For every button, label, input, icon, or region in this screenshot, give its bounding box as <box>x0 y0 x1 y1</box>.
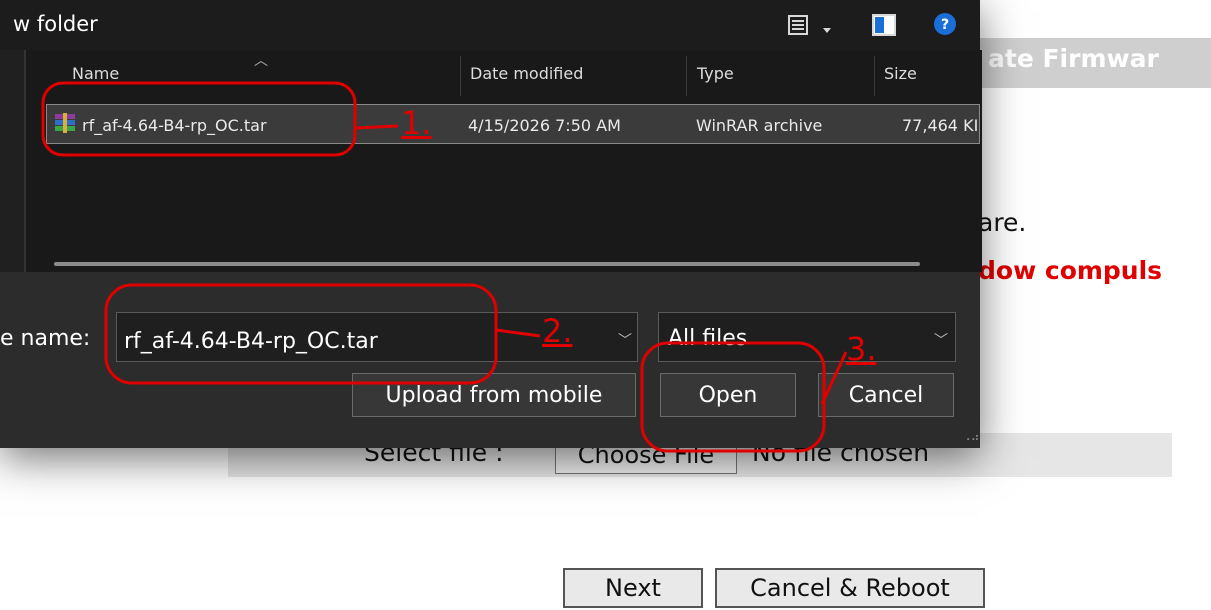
preview-pane-icon[interactable] <box>872 14 896 40</box>
help-icon[interactable]: ? <box>933 12 957 40</box>
next-button[interactable]: Next <box>563 568 703 608</box>
sort-ascending-icon: ︿ <box>254 53 268 69</box>
annotation-step-1: 1. <box>401 104 432 142</box>
file-list <box>24 50 982 272</box>
file-date-modified: 4/15/2026 7:50 AM <box>468 116 621 135</box>
cancel-reboot-button[interactable]: Cancel & Reboot <box>715 568 985 608</box>
firmware-header-title: ate Firmwar <box>988 44 1159 73</box>
firmware-instruction-text: are. <box>978 208 1027 237</box>
firmware-warning-text: dow compuls <box>978 256 1163 285</box>
file-size: 77,464 KI <box>902 116 979 135</box>
column-separator <box>874 56 875 96</box>
winrar-archive-icon <box>54 112 76 138</box>
column-separator <box>460 56 461 96</box>
chevron-down-icon[interactable]: ﹀ <box>934 330 948 350</box>
file-name-label: e name: <box>0 326 91 351</box>
file-type-value: All files <box>668 326 748 351</box>
dialog-title: w folder <box>13 12 98 36</box>
column-header-size[interactable]: Size <box>884 64 917 83</box>
file-type: WinRAR archive <box>696 116 823 135</box>
svg-text:?: ? <box>941 17 949 33</box>
open-button[interactable]: Open <box>660 373 796 417</box>
annotation-step-2: 2. <box>542 312 573 350</box>
column-separator <box>686 56 687 96</box>
annotation-step-3: 3. <box>846 330 877 368</box>
chevron-down-icon[interactable] <box>822 20 832 39</box>
horizontal-scrollbar[interactable] <box>54 262 920 266</box>
file-name-input[interactable] <box>124 326 604 356</box>
upload-from-mobile-button[interactable]: Upload from mobile <box>352 373 636 417</box>
view-menu-icon[interactable] <box>787 14 809 40</box>
file-name: rf_af-4.64-B4-rp_OC.tar <box>82 116 267 135</box>
file-open-dialog: w folder ? ︿ Name Date modified Type Siz… <box>0 0 982 448</box>
column-header-name[interactable]: Name <box>72 64 119 83</box>
cancel-button[interactable]: Cancel <box>818 373 954 417</box>
column-header-date[interactable]: Date modified <box>470 64 583 83</box>
chevron-down-icon[interactable]: ﹀ <box>618 330 632 350</box>
column-header-type[interactable]: Type <box>697 64 734 83</box>
resize-grip-icon[interactable]: ⠠⠴ <box>962 430 980 444</box>
dialog-title-bar <box>0 0 980 50</box>
